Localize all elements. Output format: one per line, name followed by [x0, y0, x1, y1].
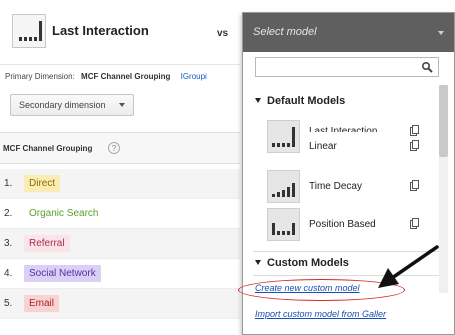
custom-models-heading[interactable]: Custom Models: [255, 257, 349, 269]
model-name: Position Based: [309, 219, 376, 230]
secondary-dimension-button[interactable]: Secondary dimension: [10, 94, 134, 116]
table-row: 1. Direct: [0, 169, 240, 199]
model-item-position-based[interactable]: Position Based: [267, 208, 437, 248]
row-index: 2.: [4, 208, 13, 219]
primary-dimension-value[interactable]: MCF Channel Grouping: [81, 72, 170, 81]
default-models-heading[interactable]: Default Models: [255, 95, 345, 107]
model-name: Linear: [309, 141, 337, 152]
linear-model-icon: [267, 120, 300, 153]
primary-dimension-link[interactable]: IGroupi: [181, 72, 207, 81]
position-based-model-icon: [267, 208, 300, 241]
divider: [0, 64, 240, 65]
row-index: 4.: [4, 268, 13, 279]
table-row: 3. Referral: [0, 229, 240, 259]
model-name: Time Decay: [309, 181, 362, 192]
vs-label: vs: [217, 28, 229, 39]
model-item-time-decay[interactable]: Time Decay: [267, 170, 437, 210]
scrollbar-thumb[interactable]: [439, 85, 448, 157]
channel-label[interactable]: Social Network: [24, 265, 101, 282]
row-index: 5.: [4, 298, 13, 309]
help-icon[interactable]: ?: [108, 142, 120, 154]
channel-label[interactable]: Direct: [24, 175, 61, 192]
table-row: 2. Organic Search: [0, 199, 240, 229]
table-column-header: MCF Channel Grouping ?: [0, 132, 240, 164]
last-interaction-model-icon: [12, 14, 46, 48]
custom-models-label: Custom Models: [267, 257, 349, 269]
primary-dimension-label: Primary Dimension:: [5, 72, 75, 81]
copy-icon[interactable]: [410, 218, 419, 229]
model-name-clipped: Last Interaction: [309, 126, 378, 137]
channel-label[interactable]: Organic Search: [24, 205, 104, 222]
collapse-triangle-icon: [255, 259, 261, 265]
copy-icon[interactable]: [410, 125, 419, 136]
channel-label[interactable]: Referral: [24, 235, 70, 252]
model-search-input[interactable]: [256, 58, 416, 76]
row-index: 3.: [4, 238, 13, 249]
collapse-triangle-icon: [255, 97, 261, 103]
model-title: Last Interaction: [52, 23, 149, 38]
row-index: 1.: [4, 178, 13, 189]
chevron-down-icon: [438, 31, 444, 35]
column-header-label[interactable]: MCF Channel Grouping: [3, 144, 92, 153]
import-custom-model-link[interactable]: Import custom model from Galler: [255, 309, 386, 319]
chevron-down-icon: [119, 103, 125, 107]
model-search-box: [255, 57, 439, 77]
copy-icon[interactable]: [410, 180, 419, 191]
highlight-ellipse: [238, 279, 405, 301]
section-divider: [253, 251, 439, 252]
section-divider: [253, 275, 439, 276]
model-item-linear[interactable]: Last Interaction Linear: [267, 120, 437, 160]
default-models-label: Default Models: [267, 95, 346, 107]
table-row: 4. Social Network: [0, 259, 240, 289]
copy-icon[interactable]: [410, 140, 419, 151]
dropdown-title: Select model: [253, 26, 317, 38]
table-row: 5. Email: [0, 289, 240, 319]
time-decay-model-icon: [267, 170, 300, 203]
primary-dimension: Primary Dimension: MCF Channel Grouping …: [5, 72, 207, 81]
channel-label[interactable]: Email: [24, 295, 60, 312]
search-icon[interactable]: [421, 61, 433, 73]
secondary-dimension-label: Secondary dimension: [19, 100, 106, 110]
dropdown-header[interactable]: Select model: [243, 13, 454, 52]
